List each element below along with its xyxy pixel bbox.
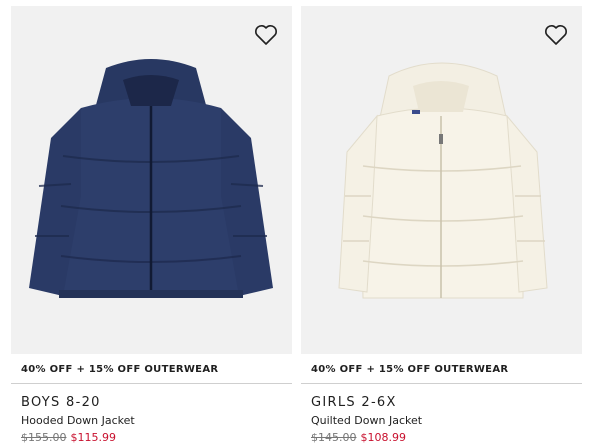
divider <box>301 383 582 384</box>
wishlist-heart-icon[interactable] <box>254 24 278 46</box>
price-group: $145.00 $108.99 <box>311 431 406 444</box>
product-image[interactable] <box>301 6 582 354</box>
price-group: $155.00 $115.99 <box>21 431 116 444</box>
promo-label: 40% OFF + 15% OFF OUTERWEAR <box>21 364 219 375</box>
cream-quilted-down-jacket-image <box>338 62 548 299</box>
divider <box>11 383 292 384</box>
original-price: $145.00 <box>311 431 357 444</box>
sale-price: $108.99 <box>360 431 407 444</box>
navy-hooded-down-jacket-image <box>29 59 273 298</box>
promo-label: 40% OFF + 15% OFF OUTERWEAR <box>311 364 509 375</box>
product-image[interactable] <box>11 6 292 354</box>
product-category[interactable]: BOYS 8-20 <box>21 395 101 410</box>
product-card[interactable]: 40% OFF + 15% OFF OUTERWEAR GIRLS 2-6X Q… <box>301 0 582 444</box>
product-category[interactable]: GIRLS 2-6X <box>311 395 397 410</box>
original-price: $155.00 <box>21 431 67 444</box>
wishlist-heart-icon[interactable] <box>544 24 568 46</box>
sale-price: $115.99 <box>70 431 117 444</box>
product-name[interactable]: Quilted Down Jacket <box>311 414 422 427</box>
product-name[interactable]: Hooded Down Jacket <box>21 414 135 427</box>
product-card[interactable]: 40% OFF + 15% OFF OUTERWEAR BOYS 8-20 Ho… <box>11 0 292 444</box>
